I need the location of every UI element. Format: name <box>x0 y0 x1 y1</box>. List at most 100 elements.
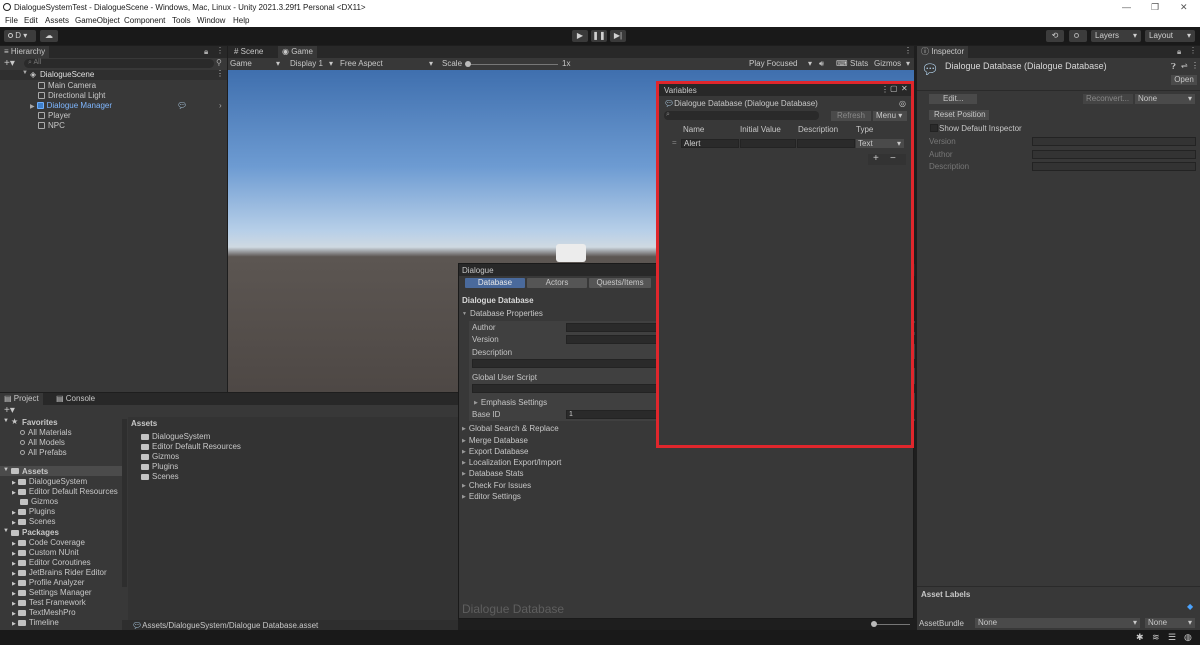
kebab-menu-icon[interactable]: ⋮ <box>216 69 224 78</box>
layers-stack-icon[interactable]: ☰ <box>1168 632 1176 643</box>
inspector-author-field[interactable] <box>1032 150 1196 159</box>
database-properties-foldout[interactable]: Database Properties <box>462 309 543 318</box>
scale-slider-handle[interactable] <box>465 61 471 67</box>
asset-item[interactable]: Gizmos <box>141 452 179 461</box>
cloud-button[interactable]: ☁ <box>40 30 58 42</box>
create-asset-button[interactable]: +▾ <box>4 405 15 416</box>
kebab-menu-icon[interactable]: ⋮ <box>1191 61 1199 70</box>
check-issues-foldout[interactable]: Check For Issues <box>462 481 531 490</box>
reconvert-format-dropdown[interactable]: None ▾ <box>1135 94 1195 104</box>
minimize-button[interactable]: — <box>1122 2 1131 12</box>
package-item[interactable]: ▶ Custom NUnit <box>12 548 79 557</box>
tab-game[interactable]: ◉ Game <box>278 46 317 58</box>
edit-button[interactable]: Edit... <box>929 94 977 104</box>
variable-type-dropdown[interactable]: Text ▾ <box>856 139 904 148</box>
tab-project[interactable]: ▤ Project <box>0 393 43 405</box>
progress-icon[interactable]: ◍ <box>1184 632 1192 643</box>
hierarchy-item-main-camera[interactable]: Main Camera <box>38 81 96 90</box>
menu-component[interactable]: Component <box>124 16 165 25</box>
thumbnail-size-handle[interactable] <box>871 621 877 627</box>
drag-handle-icon[interactable]: = <box>672 138 677 147</box>
favorite-item[interactable]: All Prefabs <box>20 448 67 457</box>
hierarchy-item-dialogue-manager[interactable]: ▶ Dialogue Manager <box>30 101 112 110</box>
lock-icon[interactable]: 🔒︎ <box>204 47 208 57</box>
pause-button[interactable]: ❚❚ <box>591 30 607 42</box>
package-item[interactable]: ▶ Code Coverage <box>12 538 85 547</box>
variable-initial-value-field[interactable] <box>740 139 796 148</box>
maximize-icon[interactable]: ▢ <box>890 84 898 93</box>
show-default-inspector-checkbox[interactable] <box>930 124 938 132</box>
asset-folder-item[interactable]: ▶ DialogueSystem <box>12 477 87 486</box>
hierarchy-item-directional-light[interactable]: Directional Light <box>38 91 105 100</box>
global-search-foldout[interactable]: Global Search & Replace <box>462 424 559 433</box>
close-window-button[interactable]: ✕ <box>1180 2 1188 13</box>
close-icon[interactable]: ✕ <box>901 84 908 93</box>
chevron-right-icon[interactable]: › <box>219 101 222 110</box>
asset-folder-item[interactable]: Gizmos <box>20 497 58 506</box>
merge-database-foldout[interactable]: Merge Database <box>462 436 528 445</box>
asset-folder-item[interactable]: ▶ Scenes <box>12 517 56 526</box>
menu-tools[interactable]: Tools <box>172 16 191 25</box>
scene-row[interactable]: ▼ ◈ DialogueScene ⋮ <box>0 69 227 80</box>
package-item[interactable]: ▶ Timeline <box>12 618 59 627</box>
hierarchy-search-input[interactable]: ⌕ All <box>24 59 214 68</box>
kebab-menu-icon[interactable]: ⋮ <box>904 46 912 55</box>
package-item[interactable]: ▶ Editor Coroutines <box>12 558 91 567</box>
tab-console[interactable]: ▤ Console <box>52 393 99 405</box>
database-stats-foldout[interactable]: Database Stats <box>462 469 524 478</box>
search-options-icon[interactable]: ⚲ <box>216 58 222 67</box>
remove-variable-button[interactable]: − <box>890 153 896 164</box>
tab-quests-items[interactable]: Quests/Items <box>589 278 651 288</box>
reconvert-button[interactable]: Reconvert... <box>1083 94 1133 104</box>
play-focused-dropdown[interactable]: Play Focused <box>749 59 797 68</box>
asset-bundle-variant-dropdown[interactable]: None ▾ <box>1145 618 1195 628</box>
help-icon[interactable]: ❓︎ <box>1171 62 1176 72</box>
chevron-down-icon[interactable]: ▼ <box>3 467 9 473</box>
aspect-dropdown[interactable]: Free Aspect <box>340 59 383 68</box>
kebab-menu-icon[interactable]: ⋮ <box>1189 46 1197 55</box>
tab-scene[interactable]: # Scene <box>230 46 267 58</box>
open-button[interactable]: Open <box>1171 75 1197 85</box>
variables-search-input[interactable]: ⌕ <box>664 111 819 120</box>
asset-item[interactable]: Scenes <box>141 472 179 481</box>
asset-bundle-dropdown[interactable]: None ▾ <box>975 618 1140 628</box>
reset-position-button[interactable]: Reset Position <box>929 110 989 120</box>
stats-button[interactable]: Stats <box>850 59 868 68</box>
package-item[interactable]: ▶ Settings Manager <box>12 588 92 597</box>
object-picker-icon[interactable]: ◎ <box>899 99 906 108</box>
package-item[interactable]: ▶ JetBrains Rider Editor <box>12 568 107 577</box>
asset-folder-item[interactable]: ▶ Plugins <box>12 507 55 516</box>
variable-description-field[interactable] <box>797 139 855 148</box>
asset-item[interactable]: DialogueSystem <box>141 432 210 441</box>
asset-item[interactable]: Editor Default Resources <box>141 442 241 451</box>
inspector-description-field[interactable] <box>1032 162 1196 171</box>
chevron-down-icon[interactable]: ▼ <box>3 418 9 424</box>
gizmos-dropdown[interactable]: Gizmos <box>874 59 901 68</box>
inspector-version-field[interactable] <box>1032 137 1196 146</box>
layout-dropdown[interactable]: Layout ▾ <box>1145 30 1195 42</box>
tab-database[interactable]: Database <box>465 278 525 288</box>
menu-dropdown[interactable]: Menu ▾ <box>873 111 907 121</box>
kebab-menu-icon[interactable]: ⋮ <box>216 46 224 55</box>
package-item[interactable]: ▶ Profile Analyzer <box>12 578 84 587</box>
favorite-item[interactable]: All Models <box>20 438 65 447</box>
hierarchy-item-npc[interactable]: NPC <box>38 121 65 130</box>
bug-icon[interactable]: ✱ <box>1136 632 1144 643</box>
keyboard-icon[interactable]: ⌨ <box>836 59 848 68</box>
add-object-button[interactable]: +▾ <box>4 58 15 69</box>
asset-folder-item[interactable]: ▶ Editor Default Resources <box>12 487 118 496</box>
editor-settings-foldout[interactable]: Editor Settings <box>462 492 521 501</box>
maximize-button[interactable]: ❐ <box>1151 2 1159 13</box>
assets-root-row[interactable]: ▼ Assets <box>0 466 122 476</box>
account-button[interactable]: D ▾ <box>4 30 36 42</box>
menu-help[interactable]: Help <box>233 16 249 25</box>
chevron-down-icon[interactable]: ▼ <box>22 70 28 76</box>
variable-name-field[interactable]: Alert <box>681 139 739 148</box>
menu-gameobject[interactable]: GameObject <box>75 16 120 25</box>
search-button[interactable] <box>1069 30 1087 42</box>
tree-scrollbar[interactable] <box>122 419 127 587</box>
add-variable-button[interactable]: + <box>873 153 879 164</box>
package-item[interactable]: ▶ TextMeshPro <box>12 608 76 617</box>
hierarchy-item-player[interactable]: Player <box>38 111 71 120</box>
menu-edit[interactable]: Edit <box>24 16 38 25</box>
